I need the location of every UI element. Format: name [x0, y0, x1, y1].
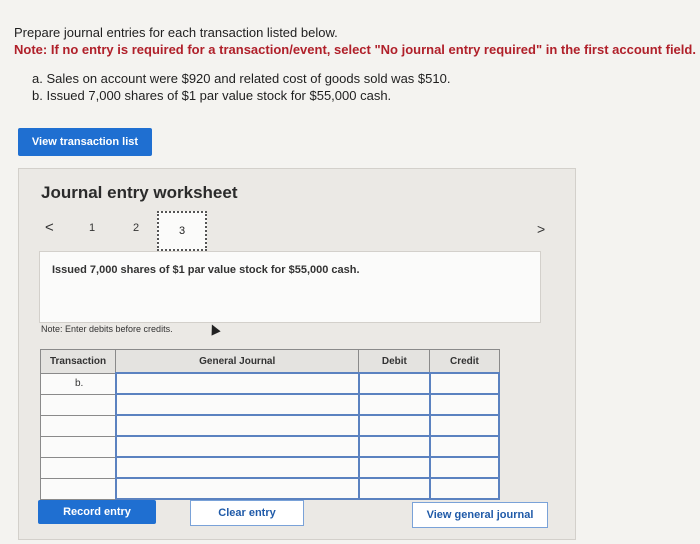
header-transaction: Transaction: [39, 349, 117, 374]
list-item: a. Sales on account were $920 and relate…: [32, 71, 451, 86]
list-item: b. Issued 7,000 shares of $1 par value s…: [32, 88, 392, 103]
account-input[interactable]: [114, 477, 360, 500]
table-row: [39, 393, 501, 416]
table-row: [39, 456, 501, 479]
account-input[interactable]: [114, 435, 360, 458]
table-row: [39, 477, 501, 500]
header-debit: Debit: [358, 349, 431, 374]
clear-entry-button[interactable]: Clear entry: [190, 500, 304, 526]
view-general-journal-button[interactable]: View general journal: [412, 502, 548, 528]
transaction-cell: [39, 393, 117, 416]
worksheet-title: Journal entry worksheet: [41, 183, 238, 202]
credit-input[interactable]: [428, 456, 501, 479]
transaction-cell: [39, 456, 117, 479]
header-general-journal: General Journal: [115, 349, 360, 374]
record-entry-button[interactable]: Record entry: [38, 500, 156, 524]
page-tab-2[interactable]: 2: [133, 222, 139, 234]
account-input[interactable]: [114, 414, 360, 437]
credit-input[interactable]: [428, 393, 501, 416]
transaction-description: Issued 7,000 shares of $1 par value stoc…: [52, 264, 360, 276]
debit-input[interactable]: [357, 393, 431, 416]
transaction-cell: [39, 414, 117, 437]
mouse-cursor-icon: [207, 322, 221, 336]
instructions-note: Note: If no entry is required for a tran…: [14, 42, 696, 57]
instructions-line: Prepare journal entries for each transac…: [14, 25, 338, 40]
table-row: [39, 435, 501, 458]
journal-table: Transaction General Journal Debit Credit…: [39, 349, 501, 500]
credit-input[interactable]: [428, 414, 501, 437]
transaction-cell: b.: [39, 372, 117, 395]
debit-input[interactable]: [357, 414, 431, 437]
transaction-cell: [39, 435, 117, 458]
transaction-description-box: Issued 7,000 shares of $1 par value stoc…: [39, 251, 541, 323]
next-arrow-icon[interactable]: >: [537, 221, 545, 237]
debit-input[interactable]: [357, 477, 431, 500]
page-tab-3[interactable]: 3: [157, 211, 207, 251]
account-input[interactable]: [114, 456, 360, 479]
header-credit: Credit: [429, 349, 500, 374]
transaction-cell: [39, 477, 117, 500]
journal-entry-worksheet: Journal entry worksheet < 1 2 3 > Issued…: [18, 168, 576, 540]
debits-note: Note: Enter debits before credits.: [41, 324, 173, 334]
table-row: b.: [39, 372, 501, 395]
debit-input[interactable]: [357, 435, 431, 458]
table-row: [39, 414, 501, 437]
credit-input[interactable]: [428, 477, 501, 500]
prev-arrow-icon[interactable]: <: [45, 219, 54, 236]
account-input[interactable]: [114, 393, 360, 416]
table-header-row: Transaction General Journal Debit Credit: [39, 349, 500, 374]
instructions: Prepare journal entries for each transac…: [14, 24, 696, 58]
page-tab-1[interactable]: 1: [89, 222, 95, 234]
account-input[interactable]: [114, 372, 360, 395]
credit-input[interactable]: [428, 372, 501, 395]
debit-input[interactable]: [357, 372, 431, 395]
credit-input[interactable]: [428, 435, 501, 458]
debit-input[interactable]: [357, 456, 431, 479]
view-transaction-list-button[interactable]: View transaction list: [18, 128, 152, 156]
transaction-list: a. Sales on account were $920 and relate…: [32, 70, 450, 104]
